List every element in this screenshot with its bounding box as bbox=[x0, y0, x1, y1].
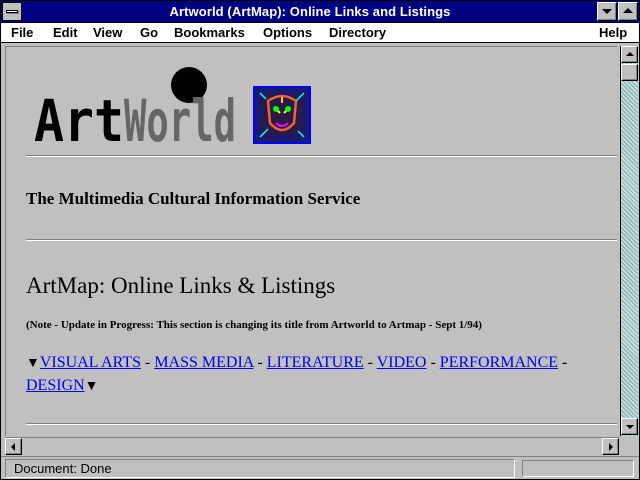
scroll-right-button[interactable] bbox=[602, 438, 619, 455]
update-note: (Note - Update in Progress: This section… bbox=[26, 319, 482, 331]
maximize-button[interactable] bbox=[618, 2, 638, 21]
menu-directory[interactable]: Directory bbox=[329, 25, 386, 40]
link-separator: - bbox=[558, 354, 568, 371]
link-separator: - bbox=[426, 354, 440, 371]
divider bbox=[26, 239, 617, 241]
arrow-right-icon bbox=[609, 443, 613, 451]
link-separator: - bbox=[253, 354, 267, 371]
window-title: Artworld (ArtMap): Online Links and List… bbox=[169, 4, 451, 19]
link-visual-arts[interactable]: VISUAL ARTS bbox=[40, 354, 141, 371]
scroll-left-button[interactable] bbox=[5, 438, 22, 455]
status-bar: Document: Done bbox=[1, 456, 639, 479]
vertical-scroll-thumb[interactable] bbox=[621, 64, 638, 81]
link-video[interactable]: VIDEO bbox=[377, 354, 427, 371]
menu-help[interactable]: Help bbox=[599, 25, 627, 40]
link-mass-media[interactable]: MASS MEDIA bbox=[154, 354, 253, 371]
maximize-icon bbox=[623, 8, 633, 13]
arrow-left-icon bbox=[11, 443, 15, 451]
minimize-button[interactable] bbox=[597, 2, 617, 21]
tagline: The Multimedia Cultural Information Serv… bbox=[26, 189, 361, 208]
link-literature[interactable]: LITERATURE bbox=[267, 354, 364, 371]
divider bbox=[26, 155, 617, 157]
status-text: Document: Done bbox=[5, 459, 515, 478]
link-design[interactable]: DESIGN bbox=[26, 377, 85, 394]
menu-bookmarks[interactable]: Bookmarks bbox=[174, 25, 245, 40]
system-menu-button[interactable] bbox=[2, 2, 22, 21]
vertical-scrollbar[interactable] bbox=[620, 46, 638, 436]
artworld-logo: Art World bbox=[34, 67, 311, 147]
svg-text:Art: Art bbox=[34, 87, 124, 147]
menu-file[interactable]: File bbox=[11, 25, 33, 40]
menu-bar: File Edit View Go Bookmarks Options Dire… bbox=[1, 23, 639, 43]
divider bbox=[26, 423, 617, 425]
arrow-down-icon bbox=[626, 425, 634, 429]
horizontal-scrollbar[interactable] bbox=[5, 437, 619, 455]
system-menu-icon bbox=[6, 10, 18, 13]
link-separator: - bbox=[140, 354, 155, 371]
scroll-up-button[interactable] bbox=[621, 46, 638, 63]
menu-options[interactable]: Options bbox=[263, 25, 312, 40]
minimize-icon bbox=[602, 9, 612, 14]
svg-text:World: World bbox=[124, 87, 236, 147]
page-heading: ArtMap: Online Links & Listings bbox=[26, 273, 336, 298]
down-arrow-icon: ▼ bbox=[84, 379, 99, 394]
arrow-up-icon bbox=[626, 52, 634, 56]
progress-indicator bbox=[522, 460, 634, 477]
link-separator: - bbox=[363, 354, 377, 371]
document-view[interactable]: Art World The Multimedia Cultural Inform… bbox=[5, 46, 617, 436]
scroll-down-button[interactable] bbox=[621, 418, 638, 435]
menu-view[interactable]: View bbox=[93, 25, 122, 40]
menu-go[interactable]: Go bbox=[140, 25, 158, 40]
down-arrow-icon: ▼ bbox=[26, 356, 40, 371]
menu-edit[interactable]: Edit bbox=[53, 25, 78, 40]
title-bar[interactable]: Artworld (ArtMap): Online Links and List… bbox=[1, 1, 639, 23]
link-performance[interactable]: PERFORMANCE bbox=[440, 354, 558, 371]
browser-window: Artworld (ArtMap): Online Links and List… bbox=[0, 0, 640, 480]
category-links: ▼VISUAL ARTS - MASS MEDIA - LITERATURE -… bbox=[26, 352, 616, 398]
